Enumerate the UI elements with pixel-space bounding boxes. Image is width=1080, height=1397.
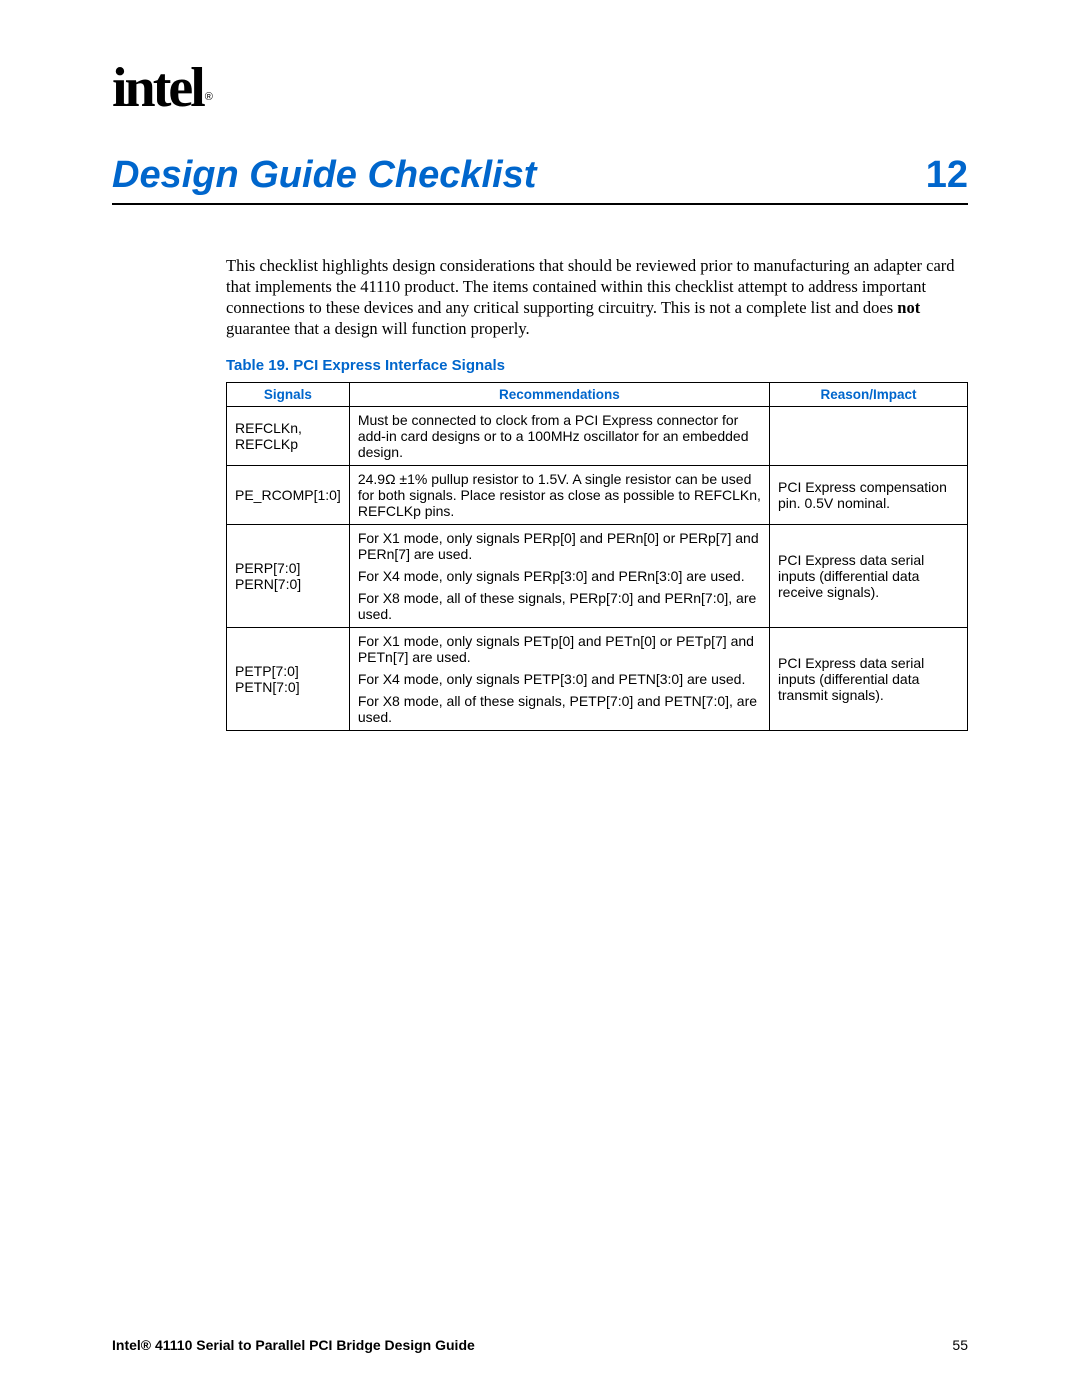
cell-recs: 24.9Ω ±1% pullup resistor to 1.5V. A sin…	[349, 466, 769, 525]
cell-recs: For X1 mode, only signals PETp[0] and PE…	[349, 628, 769, 731]
logo-text: intel	[112, 57, 203, 119]
table-row: PE_RCOMP[1:0] 24.9Ω ±1% pullup resistor …	[227, 466, 968, 525]
chapter-title: Design Guide Checklist	[112, 154, 536, 197]
cell-recs: Must be connected to clock from a PCI Ex…	[349, 407, 769, 466]
footer-page-number: 55	[952, 1337, 968, 1353]
header-signals: Signals	[227, 383, 350, 407]
chapter-header: Design Guide Checklist 12	[112, 154, 968, 205]
cell-reason	[770, 407, 968, 466]
cell-reason: PCI Express compensation pin. 0.5V nomin…	[770, 466, 968, 525]
signals-table: Signals Recommendations Reason/Impact RE…	[226, 382, 968, 731]
chapter-number: 12	[926, 154, 968, 197]
table-row: PETP[7:0] PETN[7:0] For X1 mode, only si…	[227, 628, 968, 731]
cell-recs: For X1 mode, only signals PERp[0] and PE…	[349, 525, 769, 628]
table-row: PERP[7:0] PERN[7:0] For X1 mode, only si…	[227, 525, 968, 628]
page-footer: Intel® 41110 Serial to Parallel PCI Brid…	[112, 1337, 968, 1353]
cell-reason: PCI Express data serial inputs (differen…	[770, 628, 968, 731]
intel-logo: intel®	[112, 60, 208, 116]
cell-signals: PERP[7:0] PERN[7:0]	[227, 525, 350, 628]
cell-reason: PCI Express data serial inputs (differen…	[770, 525, 968, 628]
registered-mark: ®	[205, 91, 210, 103]
intro-paragraph: This checklist highlights design conside…	[226, 255, 968, 339]
cell-signals: PETP[7:0] PETN[7:0]	[227, 628, 350, 731]
table-header-row: Signals Recommendations Reason/Impact	[227, 383, 968, 407]
table-caption: Table 19. PCI Express Interface Signals	[226, 357, 968, 374]
cell-signals: REFCLKn, REFCLKp	[227, 407, 350, 466]
header-recommendations: Recommendations	[349, 383, 769, 407]
cell-signals: PE_RCOMP[1:0]	[227, 466, 350, 525]
header-reason: Reason/Impact	[770, 383, 968, 407]
footer-title: Intel® 41110 Serial to Parallel PCI Brid…	[112, 1337, 475, 1353]
table-row: REFCLKn, REFCLKp Must be connected to cl…	[227, 407, 968, 466]
